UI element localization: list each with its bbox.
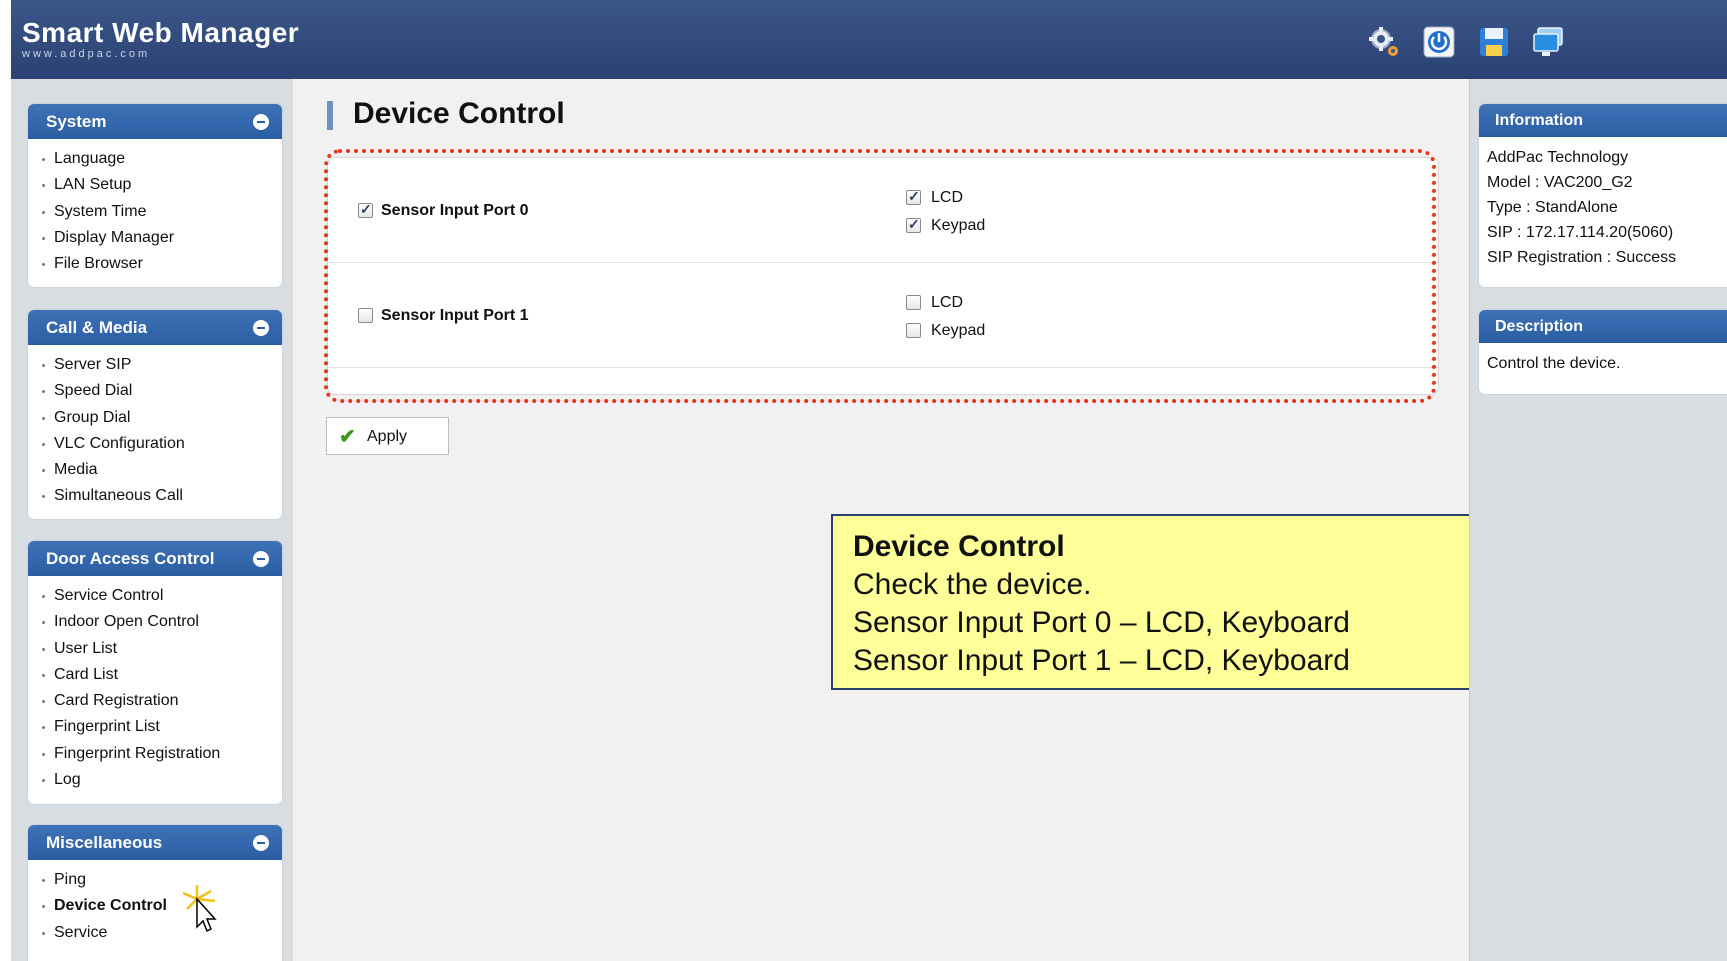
checkmark-icon: ✔: [339, 426, 356, 448]
port-row: Sensor Input Port 0 LCD Keypad: [328, 158, 1438, 263]
section-title: Miscellaneous: [46, 833, 163, 852]
sidebar: System Language LAN Setup System Time Di…: [11, 79, 294, 961]
sidebar-item-display-manager[interactable]: Display Manager: [40, 226, 282, 252]
info-type: Type : StandAlone: [1487, 199, 1618, 216]
section-title: Door Access Control: [46, 549, 215, 568]
sidebar-section-miscellaneous: Miscellaneous Ping Device Control Servic…: [27, 824, 283, 961]
port-1-lcd-option[interactable]: LCD: [906, 294, 963, 312]
collapse-icon[interactable]: [253, 551, 269, 567]
option-label: Keypad: [931, 217, 986, 234]
sidebar-section-call-media: Call & Media Server SIP Speed Dial Group…: [27, 309, 283, 520]
info-sip: SIP : 172.17.114.20(5060): [1487, 224, 1674, 241]
info-company: AddPac Technology: [1487, 149, 1629, 166]
port-label: Sensor Input Port 1: [381, 307, 529, 324]
sidebar-section-system: System Language LAN Setup System Time Di…: [27, 103, 283, 288]
port-0-lcd-option[interactable]: LCD: [906, 188, 964, 207]
sidebar-item-indoor-open-control[interactable]: Indoor Open Control: [40, 610, 282, 636]
sidebar-item-file-browser[interactable]: File Browser: [40, 252, 282, 278]
sidebar-item-ping[interactable]: Ping: [40, 868, 282, 894]
power-icon[interactable]: [1422, 25, 1456, 59]
device-control-panel: Sensor Input Port 0 LCD Keypad Sensor In…: [327, 157, 1439, 395]
sidebar-item-service[interactable]: Service: [40, 921, 282, 947]
main-content: Device Control Sensor Input Port 0 LCD K…: [293, 79, 1716, 961]
information-header: Information: [1479, 104, 1727, 137]
section-header[interactable]: Door Access Control: [28, 541, 282, 576]
port-1-keypad-option[interactable]: Keypad: [906, 322, 985, 340]
sidebar-item-user-list[interactable]: User List: [40, 637, 282, 663]
brand-logo: Smart Web Manager www.addpac.com: [22, 17, 300, 61]
sidebar-item-system-time[interactable]: System Time: [40, 200, 282, 226]
sidebar-item-lan-setup[interactable]: LAN Setup: [40, 173, 282, 199]
right-panel: Information AddPac Technology Model : VA…: [1469, 79, 1727, 961]
sidebar-item-server-sip[interactable]: Server SIP: [40, 353, 282, 379]
port-0-checkbox-label[interactable]: Sensor Input Port 0: [358, 201, 529, 220]
sidebar-item-fingerprint-registration[interactable]: Fingerprint Registration: [40, 742, 282, 768]
port-1-checkbox-label[interactable]: Sensor Input Port 1: [358, 307, 529, 325]
sidebar-item-simultaneous-call[interactable]: Simultaneous Call: [40, 484, 282, 510]
collapse-icon[interactable]: [253, 835, 269, 851]
settings-gear-icon[interactable]: [1367, 25, 1401, 59]
sidebar-item-media[interactable]: Media: [40, 458, 282, 484]
sidebar-item-group-dial[interactable]: Group Dial: [40, 406, 282, 432]
option-label: LCD: [931, 189, 964, 206]
port-label: Sensor Input Port 0: [381, 202, 529, 219]
sidebar-item-device-control[interactable]: Device Control: [40, 894, 282, 920]
information-box: Information AddPac Technology Model : VA…: [1478, 103, 1727, 288]
port-1-checkbox[interactable]: [358, 308, 373, 324]
port-1-lcd-checkbox[interactable]: [906, 295, 921, 311]
sidebar-item-card-registration[interactable]: Card Registration: [40, 689, 282, 715]
section-header[interactable]: Call & Media: [28, 310, 282, 345]
port-0-keypad-option[interactable]: Keypad: [906, 216, 986, 235]
title-accent-bar: [327, 101, 333, 130]
app-title: Smart Web Manager: [22, 17, 300, 48]
app-window: Smart Web Manager www.addpac.com System …: [11, 0, 1727, 961]
section-header[interactable]: Miscellaneous: [28, 825, 282, 860]
collapse-icon[interactable]: [253, 114, 269, 130]
info-sip-registration: SIP Registration : Success: [1487, 249, 1677, 266]
sidebar-item-speed-dial[interactable]: Speed Dial: [40, 379, 282, 405]
sidebar-item-log[interactable]: Log: [40, 768, 282, 794]
sidebar-item-service-control[interactable]: Service Control: [40, 584, 282, 610]
port-0-keypad-checkbox[interactable]: [906, 216, 921, 234]
apply-button[interactable]: ✔ Apply: [326, 417, 449, 455]
port-0-lcd-checkbox[interactable]: [906, 188, 921, 206]
section-header[interactable]: System: [28, 104, 282, 139]
option-label: LCD: [931, 294, 964, 311]
description-header: Description: [1479, 310, 1727, 343]
apply-label: Apply: [367, 428, 408, 445]
description-box: Description Control the device.: [1478, 309, 1727, 395]
port-1-keypad-checkbox[interactable]: [906, 323, 921, 339]
app-subtitle: www.addpac.com: [22, 48, 151, 60]
collapse-icon[interactable]: [253, 320, 269, 336]
sidebar-item-language[interactable]: Language: [40, 147, 282, 173]
sidebar-item-vlc-configuration[interactable]: VLC Configuration: [40, 432, 282, 458]
port-row: Sensor Input Port 1 LCD Keypad: [328, 263, 1438, 368]
page-title: Device Control: [353, 97, 565, 130]
port-0-checkbox[interactable]: [358, 201, 373, 219]
top-header: Smart Web Manager www.addpac.com: [11, 0, 1727, 79]
option-label: Keypad: [931, 322, 986, 339]
mouse-cursor-icon: [182, 885, 223, 940]
sidebar-item-fingerprint-list[interactable]: Fingerprint List: [40, 715, 282, 741]
save-disk-icon[interactable]: [1477, 25, 1511, 59]
section-title: Call & Media: [46, 318, 148, 337]
sidebar-section-door-access: Door Access Control Service Control Indo…: [27, 540, 283, 805]
section-title: System: [46, 112, 107, 131]
monitor-icon[interactable]: [1531, 25, 1565, 59]
sidebar-item-card-list[interactable]: Card List: [40, 663, 282, 689]
description-text: Control the device.: [1487, 355, 1621, 372]
info-model: Model : VAC200_G2: [1487, 174, 1633, 191]
